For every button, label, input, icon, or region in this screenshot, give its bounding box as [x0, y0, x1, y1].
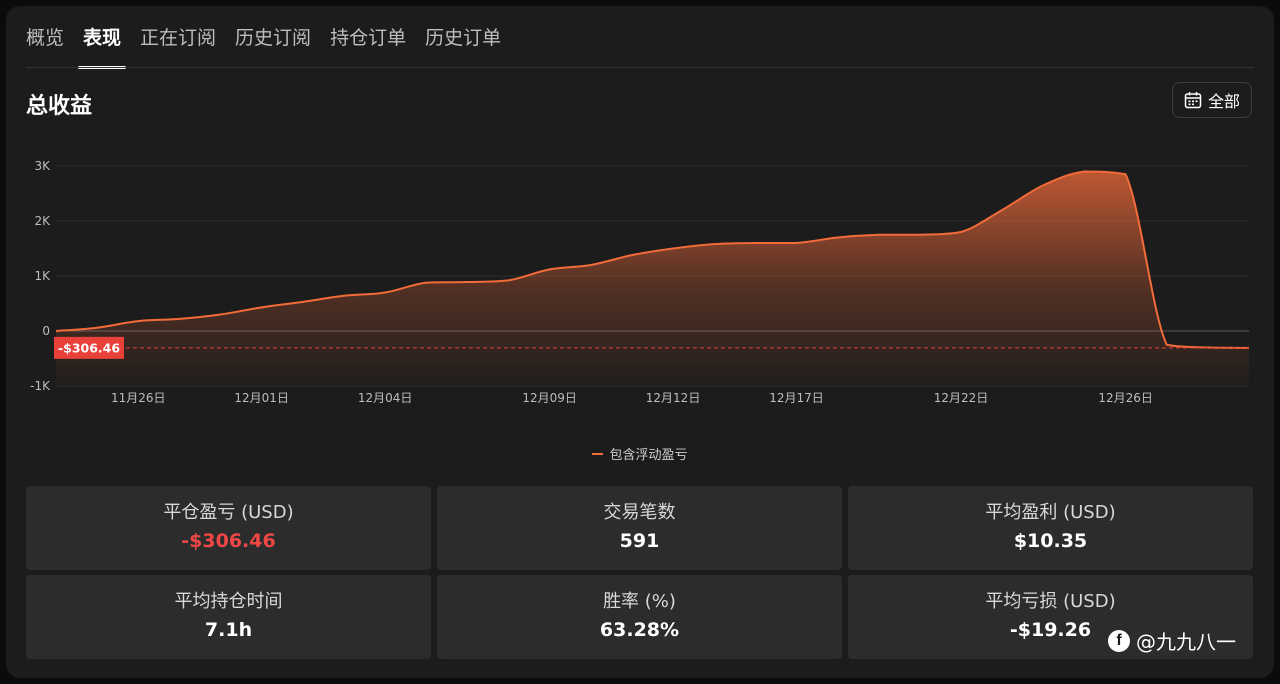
tab-overview[interactable]: 概览	[26, 24, 64, 68]
watermark-text: @九九八一	[1136, 630, 1236, 654]
stat-card-average-hold-time: 平均持仓时间 7.1h	[26, 575, 431, 659]
x-tick-label: 12月17日	[769, 391, 824, 405]
stat-value: $10.35	[1013, 530, 1088, 552]
tab-subscription-history[interactable]: 历史订阅	[235, 24, 311, 68]
x-tick-label: 12月22日	[934, 391, 989, 405]
x-tick-label: 12月04日	[358, 391, 413, 405]
section-title: 总收益	[26, 94, 93, 119]
calendar-icon	[1184, 91, 1202, 109]
stat-card-average-profit: 平均盈利 (USD) $10.35	[848, 486, 1253, 570]
tab-performance[interactable]: 表现	[78, 24, 127, 69]
tab-open-positions[interactable]: 持仓订单	[330, 24, 406, 68]
y-tick-label: 1K	[34, 269, 51, 283]
date-range-button[interactable]: 全部	[1172, 82, 1252, 118]
stat-card-win-rate: 胜率 (%) 63.28%	[437, 575, 842, 659]
stat-card-trade-count: 交易笔数 591	[437, 486, 842, 570]
tab-order-history[interactable]: 历史订单	[425, 24, 501, 68]
y-tick-label: 0	[42, 324, 50, 338]
x-tick-label: 11月26日	[111, 391, 166, 405]
stat-label: 平均亏损 (USD)	[985, 591, 1116, 612]
reference-value-label: -$306.46	[58, 340, 120, 355]
chart-legend: 包含浮动盈亏	[6, 444, 1274, 463]
stat-card-realized-pnl: 平仓盈亏 (USD) -$306.46	[26, 486, 431, 570]
x-tick-label: 12月26日	[1098, 391, 1153, 405]
stat-value: 63.28%	[599, 619, 680, 641]
stat-label: 平均持仓时间	[174, 591, 283, 612]
date-range-label: 全部	[1207, 92, 1240, 111]
x-tick-label: 12月12日	[646, 391, 701, 405]
performance-panel: 概览 表现 正在订阅 历史订阅 持仓订单 历史订单 总收益 全部 -$306.4…	[6, 6, 1274, 678]
stat-label: 交易笔数	[603, 502, 676, 523]
stat-value: 7.1h	[204, 619, 253, 641]
series-area	[56, 171, 1249, 386]
legend-swatch	[592, 452, 604, 455]
tab-bar: 概览 表现 正在订阅 历史订阅 持仓订单 历史订单	[26, 24, 520, 69]
y-tick-label: 2K	[34, 214, 51, 228]
x-tick-label: 12月09日	[522, 391, 577, 405]
stat-label: 平均盈利 (USD)	[985, 502, 1116, 523]
watermark: f @九九八一	[1108, 626, 1236, 655]
y-tick-label: -1K	[30, 379, 51, 393]
x-tick-label: 12月01日	[234, 391, 289, 405]
y-tick-label: 3K	[34, 159, 51, 173]
tab-active-subscriptions[interactable]: 正在订阅	[140, 24, 216, 68]
stat-label: 平仓盈亏 (USD)	[163, 502, 294, 523]
stats-grid: 平仓盈亏 (USD) -$306.46 交易笔数 591 平均盈利 (USD) …	[26, 486, 1255, 659]
stat-value: 591	[619, 530, 660, 552]
total-pnl-chart: -$306.46 -1K 0 1K 2K 3K 11月26日 12月01日 12月04日 12…	[30, 159, 1250, 405]
stat-label: 胜率 (%)	[603, 591, 676, 612]
tab-divider	[26, 67, 1254, 68]
stat-value: -$306.46	[181, 530, 276, 552]
legend-label: 包含浮动盈亏	[609, 448, 688, 463]
facebook-icon: f	[1108, 629, 1130, 652]
